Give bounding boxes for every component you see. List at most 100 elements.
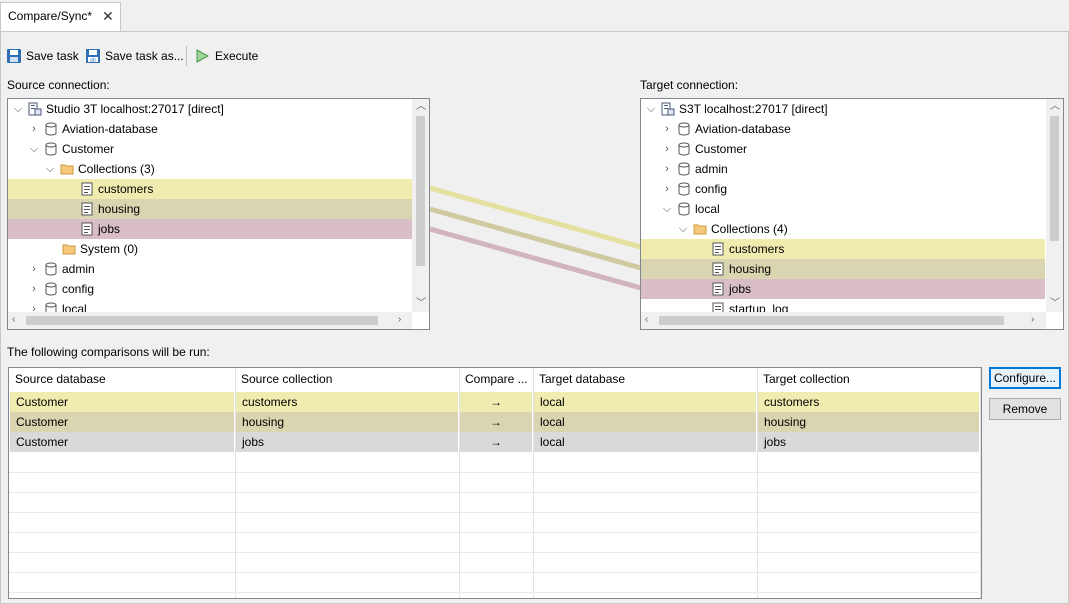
row-divider — [9, 572, 979, 573]
database-icon — [677, 202, 691, 216]
scroll-down-icon[interactable]: ﹀ — [1050, 299, 1060, 309]
scrollbar-thumb[interactable] — [1050, 116, 1059, 241]
tree-node-collection[interactable]: jobs — [641, 279, 1045, 299]
scroll-right-icon[interactable]: › — [398, 315, 401, 325]
target-connection-label: Target connection: — [640, 78, 739, 92]
scroll-left-icon[interactable]: ‹ — [12, 315, 15, 325]
tree-node-connection[interactable]: ⌵ Studio 3T localhost:27017 [direct] — [12, 99, 416, 119]
chevron-down-icon[interactable]: ⌵ — [661, 203, 673, 216]
comparisons-table[interactable]: Source database Source collection Compar… — [8, 367, 982, 599]
chevron-down-icon[interactable]: ⌵ — [645, 103, 657, 116]
scrollbar-thumb[interactable] — [416, 116, 425, 266]
column-header[interactable]: Target collection — [757, 369, 980, 389]
chevron-right-icon[interactable]: › — [661, 163, 673, 175]
chevron-down-icon[interactable]: ⌵ — [12, 103, 24, 116]
save-task-as-label: Save task as... — [105, 49, 184, 63]
chevron-down-icon[interactable]: ⌵ — [44, 163, 56, 176]
tree-node-collection[interactable]: jobs — [8, 219, 412, 239]
execute-label: Execute — [215, 49, 259, 63]
close-icon[interactable]: ✕ — [102, 8, 114, 25]
tree-node-database[interactable]: › config — [28, 279, 412, 299]
tree-node-database[interactable]: ⌵ Customer — [28, 139, 412, 159]
scroll-left-icon[interactable]: ‹ — [645, 315, 648, 325]
chevron-right-icon[interactable]: › — [28, 283, 40, 295]
vertical-scrollbar[interactable]: ︿ ﹀ — [412, 99, 429, 312]
svg-text:ab: ab — [90, 58, 96, 64]
tree-node-label: Studio 3T localhost:27017 [direct] — [46, 102, 224, 116]
table-cell: local — [534, 432, 756, 452]
row-divider — [9, 552, 979, 553]
collection-icon — [80, 222, 94, 236]
column-divider — [980, 368, 981, 598]
save-task-as-button[interactable]: ab Save task as... — [85, 46, 184, 66]
tree-node-label: config — [695, 182, 728, 196]
horizontal-scrollbar[interactable]: ‹ › — [641, 312, 1046, 329]
scroll-right-icon[interactable]: › — [1031, 315, 1034, 325]
chevron-right-icon[interactable]: › — [661, 143, 673, 155]
database-icon — [44, 262, 58, 276]
tree-node-folder[interactable]: System (0) — [62, 239, 412, 259]
toolbar-separator — [186, 46, 187, 66]
table-cell: local — [534, 412, 756, 432]
save-task-label: Save task — [26, 49, 79, 63]
chevron-down-icon[interactable]: ⌵ — [28, 143, 40, 156]
scrollbar-thumb[interactable] — [26, 316, 378, 325]
table-cell: jobs — [758, 432, 979, 452]
tree-node-collection[interactable]: customers — [8, 179, 412, 199]
chevron-down-icon[interactable]: ⌵ — [677, 223, 689, 236]
tree-node-connection[interactable]: ⌵ S3T localhost:27017 [direct] — [645, 99, 1045, 119]
tree-node-collection[interactable]: housing — [641, 259, 1045, 279]
tab-bar: Compare/Sync* ✕ — [0, 0, 1069, 32]
execute-button[interactable]: Execute — [194, 46, 258, 66]
tree-node-database[interactable]: › admin — [661, 159, 1045, 179]
chevron-right-icon[interactable]: › — [661, 183, 673, 195]
tree-node-folder[interactable]: ⌵ Collections (3) — [44, 159, 412, 179]
save-task-button[interactable]: Save task — [6, 46, 79, 66]
tree-node-database[interactable]: › Aviation-database — [28, 119, 412, 139]
tree-node-label: jobs — [729, 282, 752, 296]
column-header[interactable]: Target database — [533, 369, 757, 389]
tree-node-database[interactable]: › Customer — [661, 139, 1045, 159]
compare-arrow: → — [460, 412, 532, 432]
folder-icon — [693, 222, 707, 236]
table-cell: housing — [758, 412, 979, 432]
play-icon — [194, 48, 210, 64]
tree-node-database[interactable]: › config — [661, 179, 1045, 199]
tree-node-database[interactable]: › Aviation-database — [661, 119, 1045, 139]
column-header[interactable]: Source database — [9, 369, 235, 389]
tree-node-collection[interactable]: housing — [8, 199, 412, 219]
column-header[interactable]: Compare ... — [459, 369, 533, 389]
tab-title: Compare/Sync* — [8, 9, 93, 23]
tree-node-collection[interactable]: customers — [641, 239, 1045, 259]
scroll-up-icon[interactable]: ︿ — [1050, 102, 1060, 112]
table-cell: Customer — [10, 412, 234, 432]
tree-node-database[interactable]: ⌵ local — [661, 199, 1045, 219]
tree-node-folder[interactable]: ⌵ Collections (4) — [677, 219, 1045, 239]
configure-button[interactable]: Configure... — [989, 367, 1061, 389]
tree-node-label: Customer — [695, 142, 748, 156]
database-icon — [677, 182, 691, 196]
scrollbar-thumb[interactable] — [659, 316, 1004, 325]
source-connection-tree[interactable]: ⌵ Studio 3T localhost:27017 [direct] › A… — [7, 98, 430, 330]
column-header[interactable]: Source collection — [235, 369, 459, 389]
target-connection-tree[interactable]: ⌵ S3T localhost:27017 [direct] › Aviatio… — [640, 98, 1064, 330]
scroll-up-icon[interactable]: ︿ — [416, 102, 426, 112]
folder-icon — [62, 242, 76, 256]
vertical-scrollbar[interactable]: ︿ ﹀ — [1046, 99, 1063, 312]
tree-node-label: Customer — [62, 142, 115, 156]
tree-node-database[interactable]: › admin — [28, 259, 412, 279]
horizontal-scrollbar[interactable]: ‹ › — [8, 312, 412, 329]
compare-sync-panel: Save task ab Save task as... Execute Sou… — [0, 31, 1069, 604]
table-cell: customers — [236, 392, 458, 412]
tree-node-label: S3T localhost:27017 [direct] — [679, 102, 828, 116]
chevron-right-icon[interactable]: › — [661, 123, 673, 135]
chevron-right-icon[interactable]: › — [28, 263, 40, 275]
remove-button[interactable]: Remove — [989, 398, 1061, 420]
collection-icon — [711, 262, 725, 276]
tab-compare-sync[interactable]: Compare/Sync* ✕ — [0, 2, 121, 32]
database-icon — [677, 122, 691, 136]
chevron-right-icon[interactable]: › — [28, 123, 40, 135]
scroll-down-icon[interactable]: ﹀ — [416, 299, 426, 309]
tree-node-label: jobs — [98, 222, 121, 236]
tree-node-label: local — [695, 202, 720, 216]
